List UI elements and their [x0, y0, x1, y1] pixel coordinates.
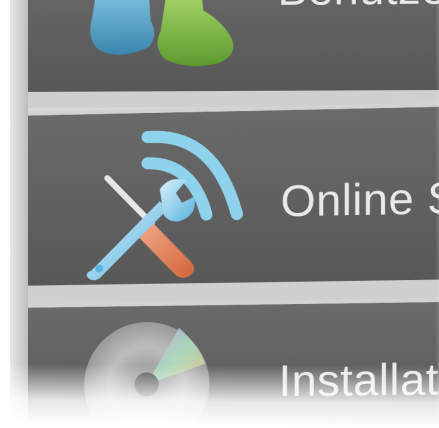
menu-tile-users[interactable]: Benutze: [28, 0, 439, 96]
panel-edge: [10, 0, 28, 424]
wrench-screwdriver-wifi-icon: [73, 121, 245, 285]
tile-label-users: Benutze: [278, 0, 439, 16]
tile-label-installation: Installati: [279, 355, 439, 408]
menu-tile-installation[interactable]: Installati: [28, 298, 439, 428]
panel-shadow: [436, 0, 439, 428]
menu-panel: Benutze Online S: [10, 0, 439, 428]
users-icon: [78, 0, 240, 102]
disc-icon: [66, 313, 217, 427]
menu-tile-online-service[interactable]: Online S: [28, 103, 439, 294]
tile-label-online-service: Online S: [281, 174, 439, 228]
